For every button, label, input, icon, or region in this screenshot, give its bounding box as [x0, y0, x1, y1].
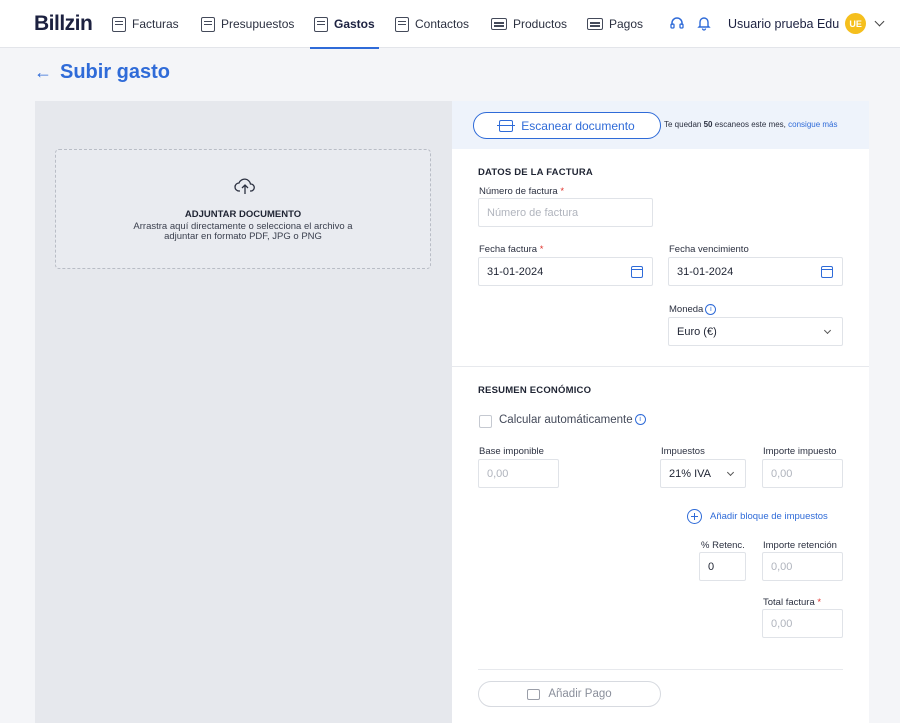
scan-document-button[interactable]: Escanear documento	[473, 112, 661, 139]
invoice-number-input[interactable]: Número de factura	[478, 198, 653, 227]
scan-remaining-note: Te quedan 50 escaneos este mes, consigue…	[664, 120, 838, 129]
avatar: UE	[845, 13, 867, 34]
currency-select[interactable]: Euro (€)	[668, 317, 843, 346]
payment-icon	[527, 688, 541, 700]
due-date-value: 31-01-2024	[677, 265, 734, 278]
nav-label: Pagos	[609, 17, 644, 31]
auto-calc-label: Calcular automáticamente i	[499, 414, 646, 426]
scan-note-prefix: Te quedan	[664, 120, 702, 129]
nav-item-facturas[interactable]: Facturas	[112, 0, 179, 48]
base-input[interactable]: 0,00	[478, 459, 559, 488]
add-payment-button[interactable]: Añadir Pago	[478, 681, 661, 707]
total-label: Total factura *	[763, 597, 821, 608]
expense-icon	[314, 16, 328, 32]
due-date-input[interactable]: 31-01-2024	[668, 257, 843, 286]
nav-item-productos[interactable]: Productos	[491, 0, 567, 48]
products-icon	[491, 18, 507, 30]
invoice-icon	[112, 16, 126, 32]
retention-amount-label: Importe retención	[763, 540, 837, 551]
bell-icon[interactable]	[696, 15, 712, 31]
user-menu[interactable]: Usuario prueba Edu UE	[728, 13, 885, 34]
upload-description: Arrastra aquí directamente o selecciona …	[133, 221, 353, 242]
summary-section-title: RESUMEN ECONÓMICO	[478, 385, 592, 396]
auto-calc-checkbox[interactable]	[479, 415, 492, 428]
retention-amount-input[interactable]: 0,00	[762, 552, 843, 581]
invoice-date-value: 31-01-2024	[487, 265, 544, 278]
scan-button-label: Escanear documento	[521, 118, 635, 133]
total-input[interactable]: 0,00	[762, 609, 843, 638]
nav-item-contactos[interactable]: Contactos	[395, 0, 469, 48]
get-more-link[interactable]: consigue más	[788, 120, 837, 129]
required-mark: *	[539, 244, 544, 255]
tax-value: 21% IVA	[669, 467, 711, 480]
top-navbar: Billzin Facturas Presupuestos Gastos Con…	[0, 0, 900, 49]
due-date-label: Fecha vencimiento	[669, 244, 749, 255]
nav-label: Facturas	[132, 17, 179, 31]
add-tax-label: Añadir bloque de impuestos	[710, 511, 828, 522]
app-logo[interactable]: Billzin	[34, 12, 93, 36]
document-preview-pane: ADJUNTAR DOCUMENTO Arrastra aquí directa…	[35, 101, 452, 723]
section-divider	[452, 366, 869, 367]
auto-calc-label-text: Calcular automáticamente	[499, 414, 633, 426]
nav-item-pagos[interactable]: Pagos	[587, 0, 643, 48]
plus-circle-icon	[687, 509, 702, 524]
add-payment-label: Añadir Pago	[548, 688, 612, 700]
contacts-icon	[395, 16, 409, 32]
invoice-date-label: Fecha factura *	[479, 244, 543, 255]
scan-bar: Escanear documento Te quedan 50 escaneos…	[452, 101, 869, 149]
base-label: Base imponible	[479, 446, 544, 457]
quote-icon	[201, 16, 215, 32]
tax-label: Impuestos	[661, 446, 705, 457]
invoice-date-input[interactable]: 31-01-2024	[478, 257, 653, 286]
scan-icon	[497, 119, 516, 132]
required-mark: *	[817, 597, 822, 608]
calendar-icon[interactable]	[821, 266, 833, 278]
scan-note-suffix: escaneos este mes,	[714, 120, 786, 129]
invoice-number-label: Número de factura *	[479, 186, 564, 197]
tax-select[interactable]: 21% IVA	[660, 459, 746, 488]
upload-title: ADJUNTAR DOCUMENTO	[184, 209, 302, 220]
add-tax-block-button[interactable]: Añadir bloque de impuestos	[687, 509, 828, 524]
currency-label-text: Moneda	[669, 304, 704, 316]
tax-amount-input[interactable]: 0,00	[762, 459, 843, 488]
expense-form: Escanear documento Te quedan 50 escaneos…	[452, 101, 869, 723]
required-mark: *	[560, 186, 565, 197]
nav-item-presupuestos[interactable]: Presupuestos	[201, 0, 294, 48]
scan-count: 50	[703, 120, 713, 129]
calendar-icon[interactable]	[631, 266, 643, 278]
section-divider	[478, 669, 843, 670]
info-icon[interactable]: i	[634, 414, 646, 426]
chevron-down-icon	[823, 326, 832, 335]
cloud-upload-icon	[234, 178, 255, 194]
headset-icon[interactable]	[669, 15, 685, 31]
nav-label: Presupuestos	[221, 17, 295, 31]
currency-value: Euro (€)	[677, 325, 717, 338]
total-label-text: Total factura	[763, 597, 815, 608]
upload-drop-zone[interactable]: ADJUNTAR DOCUMENTO Arrastra aquí directa…	[55, 149, 431, 269]
invoice-section-title: DATOS DE LA FACTURA	[478, 167, 593, 178]
payments-icon	[587, 18, 603, 30]
retention-input[interactable]: 0	[699, 552, 746, 581]
invoice-number-label-text: Número de factura	[479, 186, 558, 197]
nav-label: Gastos	[334, 17, 375, 31]
chevron-down-icon	[874, 16, 885, 27]
tax-amount-label: Importe impuesto	[763, 446, 837, 457]
page-title-text: Subir gasto	[60, 61, 171, 83]
retention-label: % Retenc.	[701, 540, 745, 551]
currency-label: Moneda i	[669, 304, 717, 316]
nav-label: Contactos	[415, 17, 470, 31]
page-title: ← Subir gasto	[34, 61, 170, 84]
nav-item-gastos[interactable]: Gastos	[310, 0, 379, 49]
invoice-date-label-text: Fecha factura	[479, 244, 538, 255]
back-arrow-icon[interactable]: ←	[34, 62, 52, 83]
user-name: Usuario prueba Edu	[728, 16, 840, 31]
info-icon[interactable]: i	[705, 304, 717, 315]
nav-label: Productos	[513, 17, 568, 31]
chevron-down-icon	[726, 468, 735, 477]
